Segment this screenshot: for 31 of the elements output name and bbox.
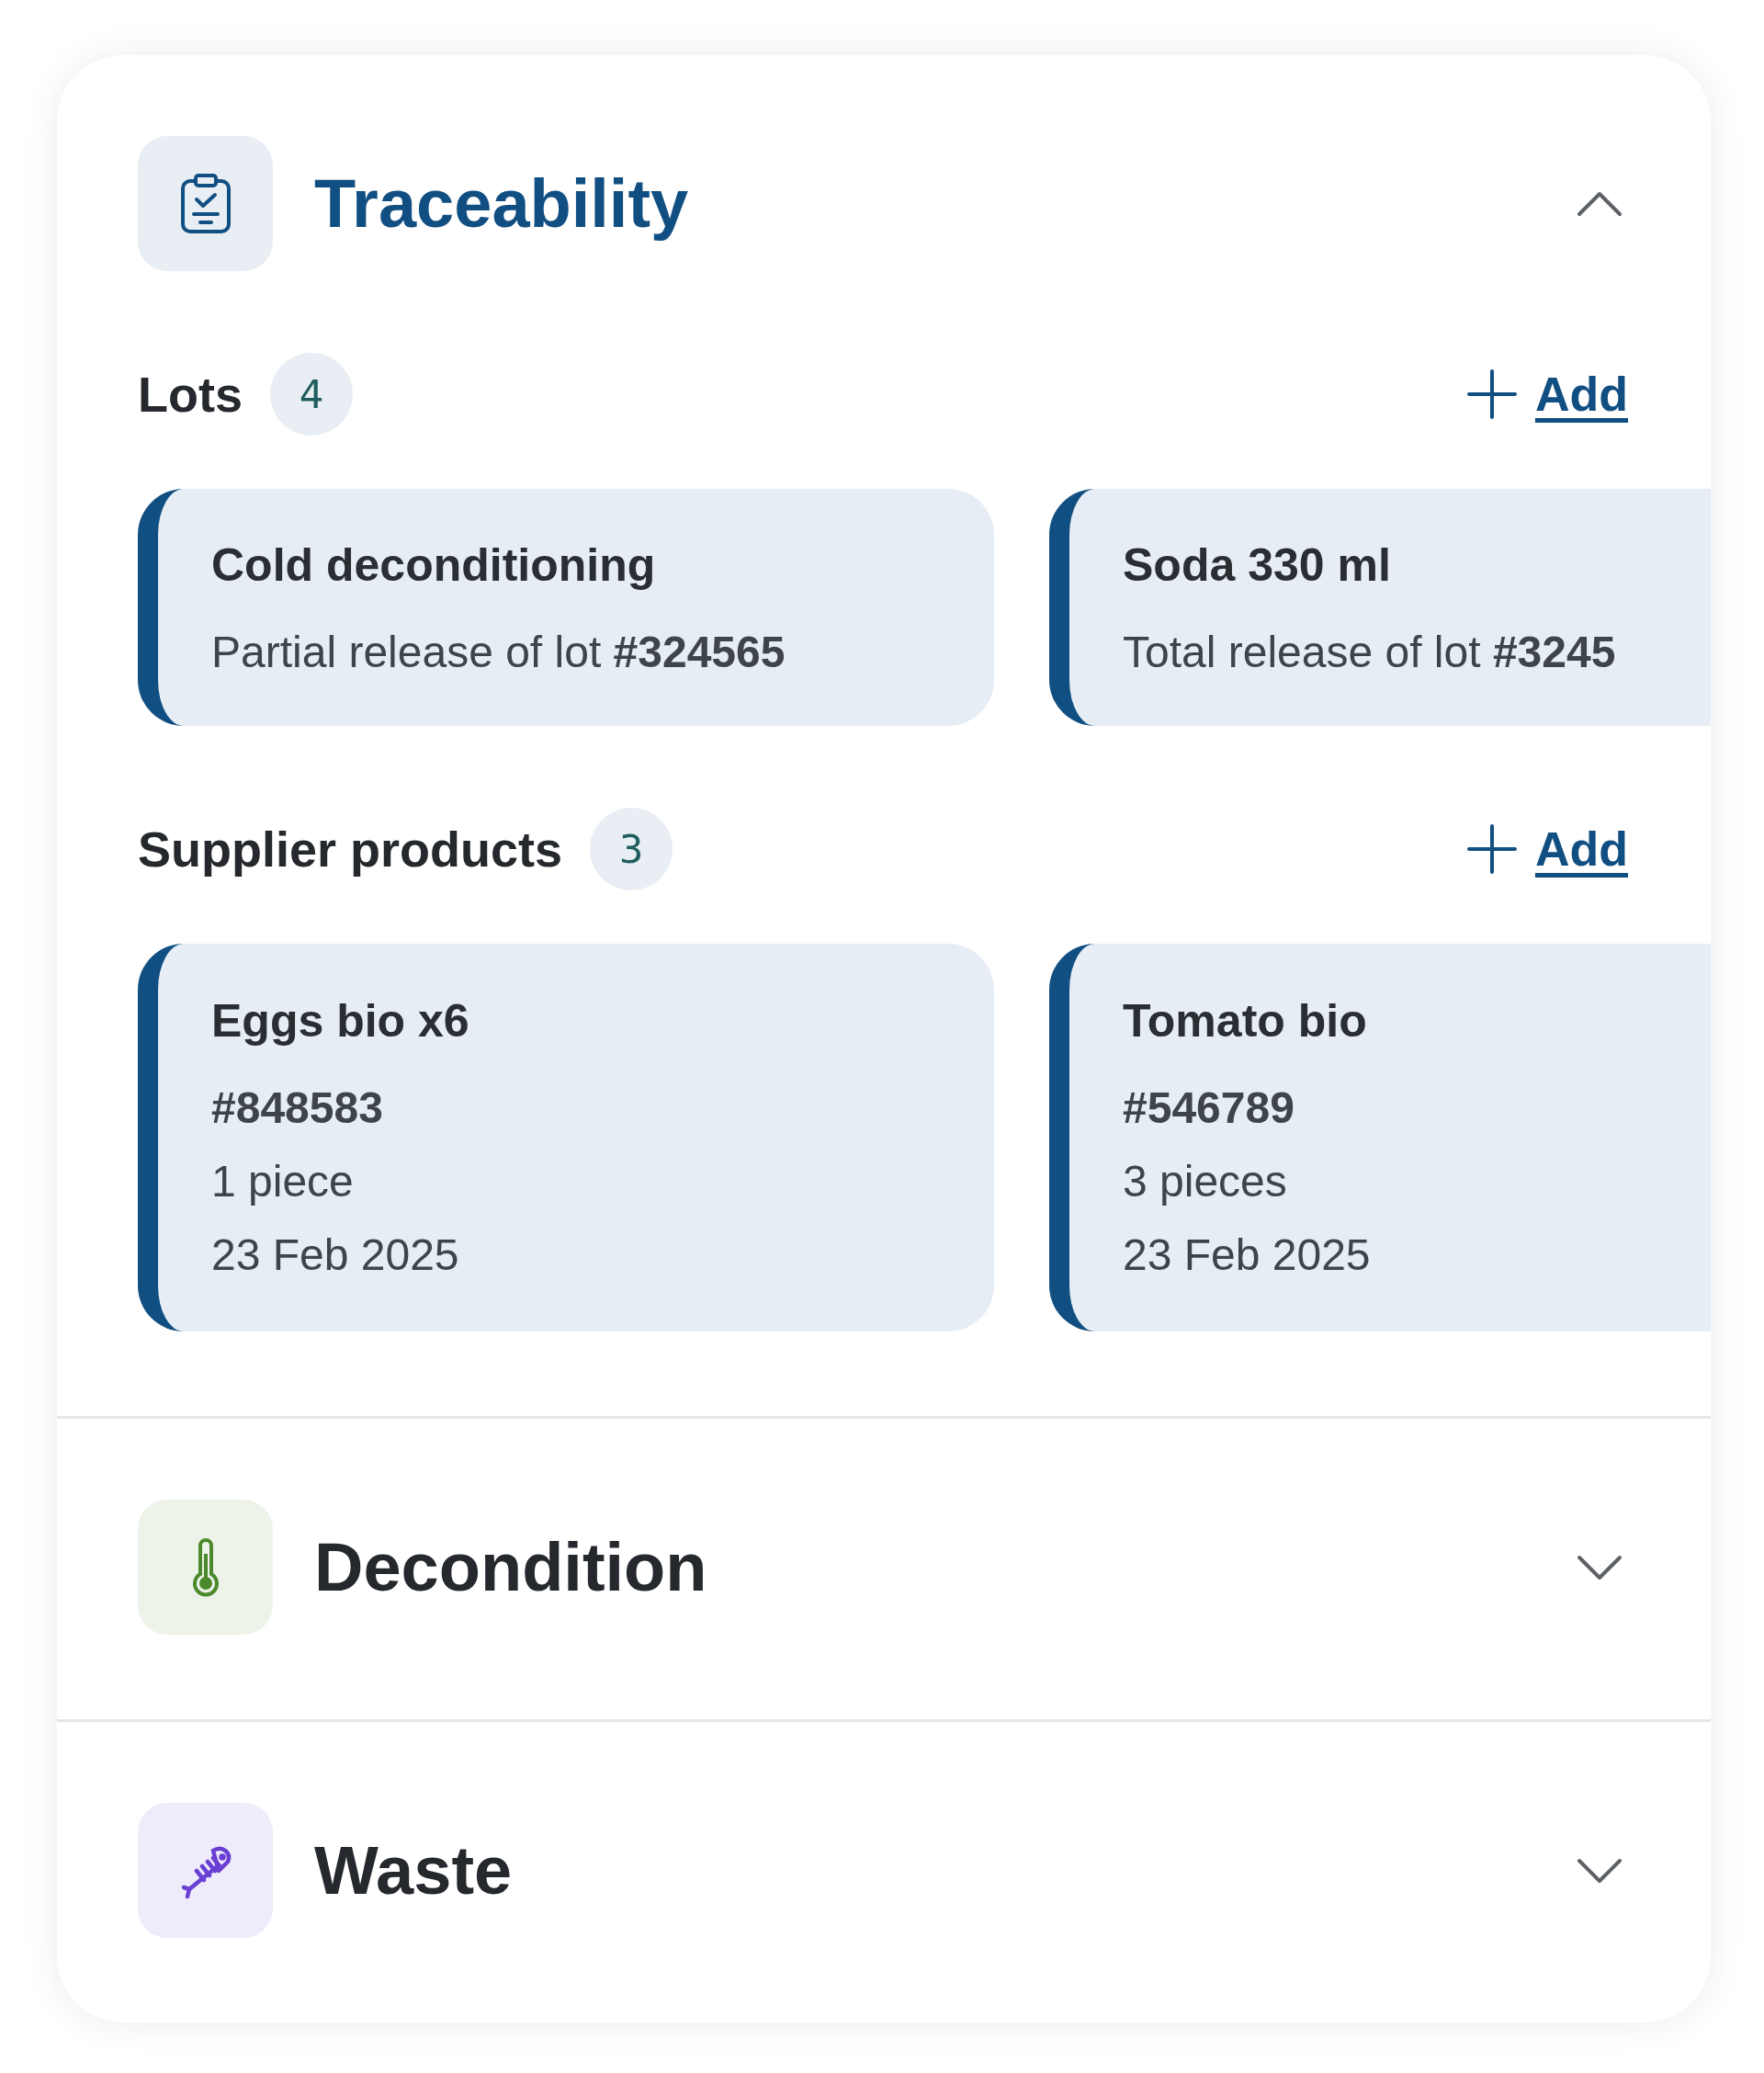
plus-icon	[1466, 824, 1517, 874]
section-title: Waste	[314, 1831, 514, 1909]
clipboard-icon	[179, 173, 232, 234]
product-date: 23 Feb 2025	[211, 1229, 460, 1281]
card-title: Tomato bio	[1123, 994, 1368, 1048]
add-link[interactable]: Add	[1466, 821, 1628, 877]
lot-card[interactable]: Soda 330 ml Total release of lot #3245	[1049, 489, 1711, 726]
product-card[interactable]: Tomato bio #546789 3 pieces 23 Feb 2025	[1049, 944, 1711, 1331]
product-quantity: 1 piece	[211, 1156, 355, 1207]
count-badge: 4	[270, 353, 353, 436]
product-code: #546789	[1123, 1082, 1295, 1134]
product-card[interactable]: Eggs bio x6 #848583 1 piece 23 Feb 2025	[138, 944, 994, 1331]
product-quantity: 3 pieces	[1123, 1156, 1288, 1207]
product-date: 23 Feb 2025	[1123, 1229, 1372, 1281]
add-link[interactable]: Add	[1466, 367, 1628, 422]
plus-icon	[1466, 369, 1517, 419]
card-title: Soda 330 ml	[1123, 538, 1392, 593]
chevron-down-icon	[1577, 1554, 1623, 1580]
group-title: Lots	[138, 366, 243, 423]
card-title: Eggs bio x6	[211, 994, 470, 1048]
card-title: Cold deconditioning	[211, 538, 657, 593]
group-title: Supplier products	[138, 821, 563, 878]
card-detail: Partial release of lot #324565	[211, 627, 786, 678]
section-title: Traceability	[314, 164, 690, 243]
chevron-up-icon	[1577, 190, 1623, 217]
card-detail: Total release of lot #3245	[1123, 627, 1617, 678]
section-title: Decondition	[314, 1528, 708, 1606]
product-code: #848583	[211, 1082, 384, 1134]
count-badge: 3	[590, 808, 673, 890]
lot-card[interactable]: Cold deconditioning Partial release of lot #324565	[138, 489, 994, 726]
chevron-down-icon	[1577, 1857, 1623, 1884]
